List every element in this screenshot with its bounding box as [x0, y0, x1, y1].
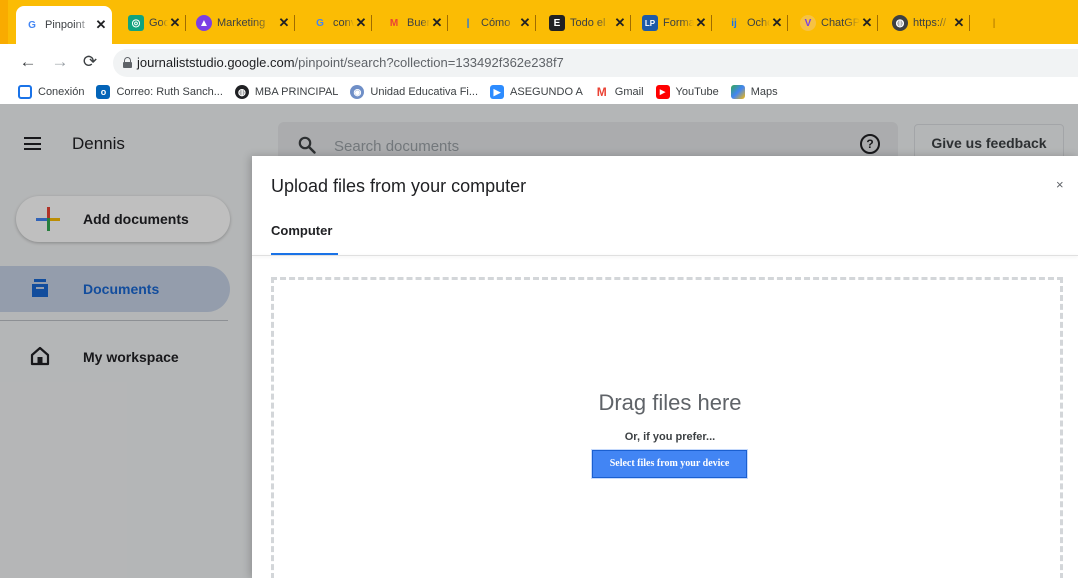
lock-icon [123, 57, 132, 68]
tab-title: Ocho [747, 17, 770, 29]
back-icon[interactable]: ← [17, 51, 39, 73]
v-icon: V [800, 15, 816, 31]
forward-icon[interactable]: → [49, 51, 71, 73]
address-bar[interactable]: journaliststudio.google.com/pinpoint/sea… [113, 49, 1078, 77]
conexion-icon [18, 85, 32, 99]
school-icon: ◉ [350, 85, 365, 99]
gmail-icon: M [596, 85, 607, 99]
url-text[interactable]: journaliststudio.google.com/pinpoint/sea… [137, 55, 564, 70]
globe-icon: ◍ [892, 15, 908, 31]
zoom-icon: ▶ [490, 85, 505, 99]
bookmark-label: MBA PRINCIPAL [254, 86, 339, 98]
bookmark-conexion[interactable]: Conexión [18, 85, 84, 99]
close-icon[interactable]: × [1056, 177, 1064, 192]
tab-bueno[interactable]: M Bueno ✕ [378, 8, 448, 38]
drop-zone[interactable]: Drag files here Or, if you prefer... Sel… [271, 277, 1063, 578]
dialog-title: Upload files from your computer [271, 176, 527, 196]
tab-divider: | [992, 17, 996, 29]
tab-computer[interactable]: Computer [271, 223, 332, 238]
bookmark-mba[interactable]: ◍ MBA PRINCIPAL [234, 85, 339, 99]
close-tab-icon[interactable]: ✕ [94, 17, 108, 33]
globe-icon: ◍ [234, 85, 249, 99]
url-host: journaliststudio.google.com [137, 55, 295, 70]
prefer-text: Or, if you prefer... [624, 431, 716, 443]
tab-ocho[interactable]: ij Ocho ✕ [718, 8, 788, 38]
drag-files-text: Drag files here [598, 390, 742, 415]
upload-dialog: Upload files from your computer × Comput… [252, 156, 1078, 578]
tab-chatgpt[interactable]: V ChatGPT ✕ [792, 8, 878, 38]
close-tab-icon[interactable]: ✕ [860, 15, 874, 31]
openai-icon: ◎ [128, 15, 144, 31]
e-icon: E [549, 15, 565, 31]
close-tab-icon[interactable]: ✕ [613, 15, 627, 31]
tab-title: ChatGPT [821, 17, 860, 29]
triangle-icon: ▲ [196, 15, 212, 31]
google-icon: G [316, 17, 324, 29]
tab-marketing[interactable]: ▲ Marketing ✕ [188, 8, 295, 38]
bar-icon: | [466, 17, 470, 29]
ij-icon: ij [731, 17, 737, 29]
tab-title: Marketing [217, 17, 266, 29]
youtube-icon: ▶ [655, 85, 670, 99]
tab-title: Pinpoint [45, 19, 85, 31]
bookmark-gmail[interactable]: M Gmail [595, 85, 644, 99]
maps-icon [730, 85, 745, 99]
close-tab-icon[interactable]: ✕ [430, 15, 444, 31]
select-files-button[interactable]: Select files from your device [592, 450, 747, 478]
close-tab-icon[interactable]: ✕ [694, 15, 708, 31]
tab-title: Formato [663, 17, 694, 29]
tab-title: Bueno [407, 17, 430, 29]
bookmark-maps[interactable]: Maps [730, 85, 778, 99]
bookmarks-bar: Conexión o Correo: Ruth Sanch... ◍ MBA P… [0, 80, 1078, 104]
close-tab-icon[interactable]: ✕ [354, 15, 368, 31]
pinpoint-app: Dennis Search documents ? Give us feedba… [0, 104, 1078, 578]
lp-icon: LP [642, 15, 658, 31]
close-tab-icon[interactable]: ✕ [952, 15, 966, 31]
tab-como[interactable]: | Cómo ✕ [452, 8, 536, 38]
bookmark-label: YouTube [675, 86, 719, 98]
tab-todo[interactable]: E Todo el ✕ [541, 8, 631, 38]
tab-title: Google [149, 17, 168, 29]
google-icon: G [28, 19, 36, 31]
bookmark-label: Conexión [38, 86, 85, 98]
gmail-icon: M [389, 17, 399, 29]
tab-pinpoint[interactable]: G Pinpoint ✕ [16, 6, 112, 44]
bookmark-label: Gmail [614, 86, 644, 98]
bookmark-label: ASEGUNDO A [510, 86, 583, 98]
bookmark-youtube[interactable]: ▶ YouTube [655, 85, 719, 99]
tab-google[interactable]: ◎ Google ✕ [120, 8, 186, 38]
outlook-icon: o [96, 85, 111, 99]
close-tab-icon[interactable]: ✕ [168, 15, 182, 31]
bookmark-unidad[interactable]: ◉ Unidad Educativa Fi... [350, 85, 478, 99]
tab-divider [252, 255, 1078, 256]
tab-title: Cómo [481, 17, 511, 29]
url-path: /pinpoint/search?collection=133492f362e2… [294, 55, 564, 70]
browser-toolbar: ← → ⟳ journaliststudio.google.com/pinpoi… [0, 44, 1078, 80]
tab-title: https:// [913, 17, 947, 29]
close-tab-icon[interactable]: ✕ [518, 15, 532, 31]
tab-title: conversor [333, 17, 354, 29]
tab-https[interactable]: ◍ https:// ✕ [884, 8, 970, 38]
tab-formato[interactable]: LP Formato ✕ [634, 8, 712, 38]
bookmark-label: Correo: Ruth Sanch... [116, 86, 223, 98]
close-tab-icon[interactable]: ✕ [770, 15, 784, 31]
bookmark-label: Maps [750, 86, 778, 98]
tab-conversor[interactable]: G conversor ✕ [304, 8, 372, 38]
bookmark-label: Unidad Educativa Fi... [370, 86, 479, 98]
tab-strip-edge [0, 0, 8, 44]
close-tab-icon[interactable]: ✕ [277, 15, 291, 31]
tab-title: Todo el [570, 17, 606, 29]
tab-partial[interactable]: | [978, 8, 1078, 38]
bookmark-correo[interactable]: o Correo: Ruth Sanch... [96, 85, 223, 99]
browser-tab-strip: G Pinpoint ✕ ◎ Google ✕ ▲ Marketing ✕ G … [0, 0, 1078, 44]
bookmark-asegundo[interactable]: ▶ ASEGUNDO A [490, 85, 583, 99]
reload-icon[interactable]: ⟳ [79, 51, 101, 73]
